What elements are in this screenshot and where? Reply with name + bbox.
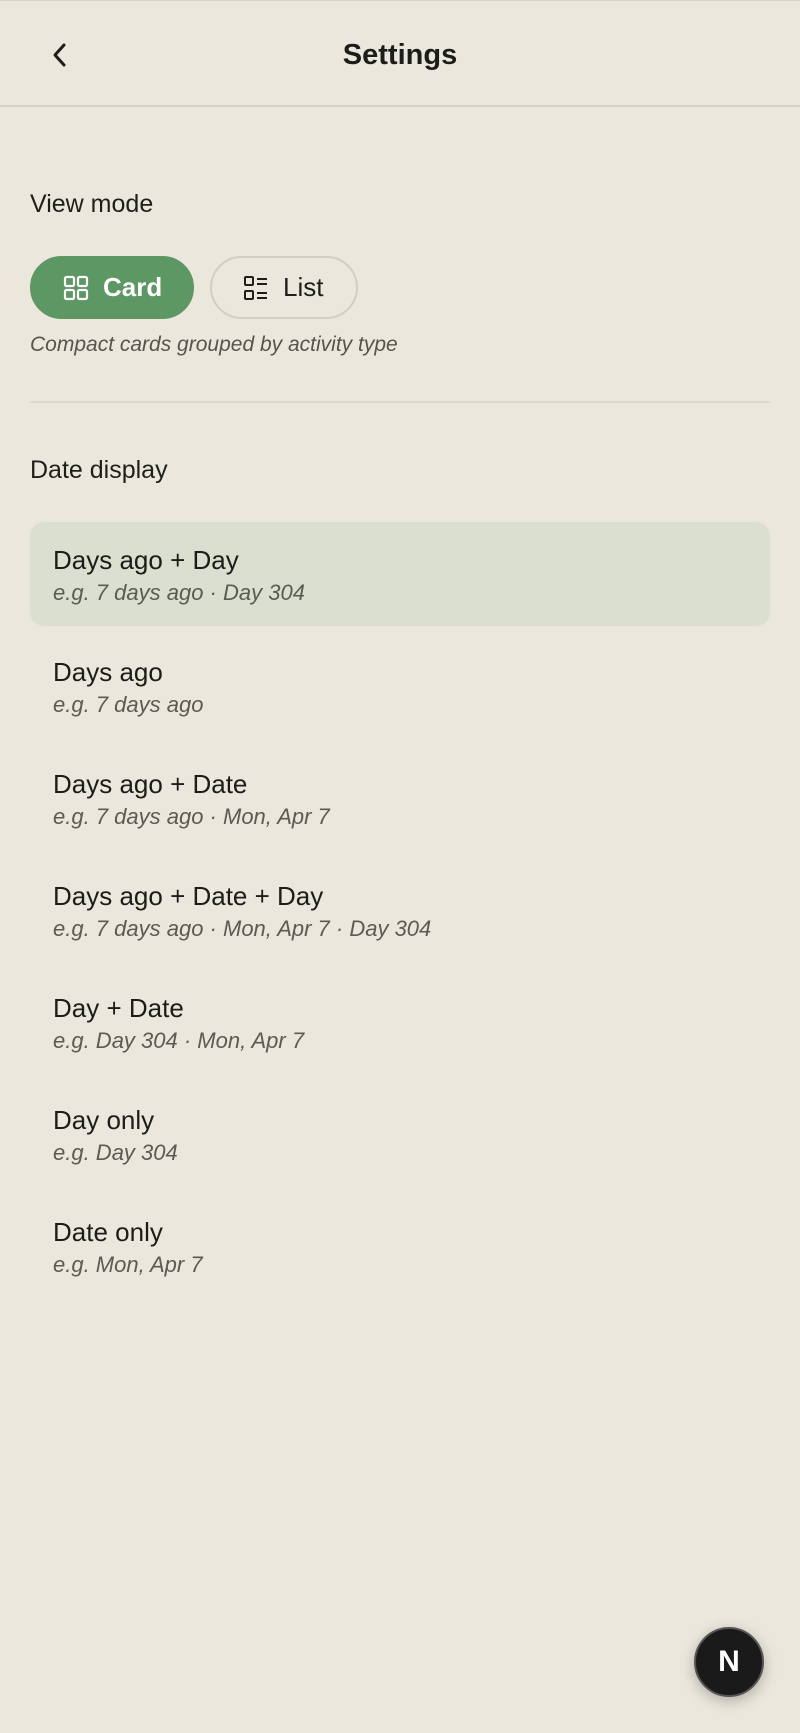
view-mode-label: View mode: [30, 190, 154, 218]
page-title: Settings: [342, 39, 458, 71]
date-option-day-date[interactable]: Day + Date e.g. Day 304 · Mon, Apr 7: [30, 970, 770, 1074]
option-example: e.g. 7 days ago: [53, 692, 204, 717]
date-option-days-ago-day[interactable]: Days ago + Day e.g. 7 days ago · Day 304: [30, 522, 770, 626]
section-divider: [30, 401, 770, 403]
option-title: Day only: [53, 1105, 155, 1135]
view-mode-toggle: Card List: [30, 256, 358, 319]
date-display-label: Date display: [30, 456, 168, 484]
option-title: Days ago + Date: [53, 769, 248, 799]
option-example: e.g. Day 304: [53, 1140, 178, 1165]
date-option-date-only[interactable]: Date only e.g. Mon, Apr 7: [30, 1194, 770, 1298]
date-option-days-ago[interactable]: Days ago e.g. 7 days ago: [30, 634, 770, 738]
option-example: e.g. Day 304 · Mon, Apr 7: [53, 1028, 305, 1053]
date-option-days-ago-date[interactable]: Days ago + Date e.g. 7 days ago · Mon, A…: [30, 746, 770, 850]
option-example: e.g. 7 days ago · Day 304: [53, 580, 305, 605]
list-icon: [243, 275, 269, 301]
date-option-days-ago-date-day[interactable]: Days ago + Date + Day e.g. 7 days ago · …: [30, 858, 770, 962]
option-title: Days ago + Date + Day: [53, 881, 324, 911]
grid-icon: [63, 275, 89, 301]
option-title: Date only: [53, 1217, 163, 1247]
option-example: e.g. 7 days ago · Mon, Apr 7: [53, 804, 330, 829]
view-mode-card-label: Card: [103, 272, 163, 302]
view-mode-list-label: List: [283, 272, 324, 302]
option-example: e.g. Mon, Apr 7: [53, 1252, 203, 1277]
date-display-options: Days ago + Day e.g. 7 days ago · Day 304…: [30, 522, 770, 1306]
option-title: Days ago: [53, 657, 163, 687]
option-title: Day + Date: [53, 993, 184, 1023]
date-option-day-only[interactable]: Day only e.g. Day 304: [30, 1082, 770, 1186]
view-mode-card-button[interactable]: Card: [30, 256, 194, 319]
header: Settings: [0, 0, 800, 107]
n-badge-button[interactable]: N: [694, 1627, 764, 1697]
view-mode-hint: Compact cards grouped by activity type: [30, 333, 398, 356]
option-title: Days ago + Day: [53, 545, 239, 575]
view-mode-list-button[interactable]: List: [210, 256, 358, 319]
settings-screen: Settings View mode Card List Compact car…: [0, 0, 800, 1733]
option-example: e.g. 7 days ago · Mon, Apr 7 · Day 304: [53, 916, 432, 941]
n-badge-label: N: [718, 1645, 740, 1678]
